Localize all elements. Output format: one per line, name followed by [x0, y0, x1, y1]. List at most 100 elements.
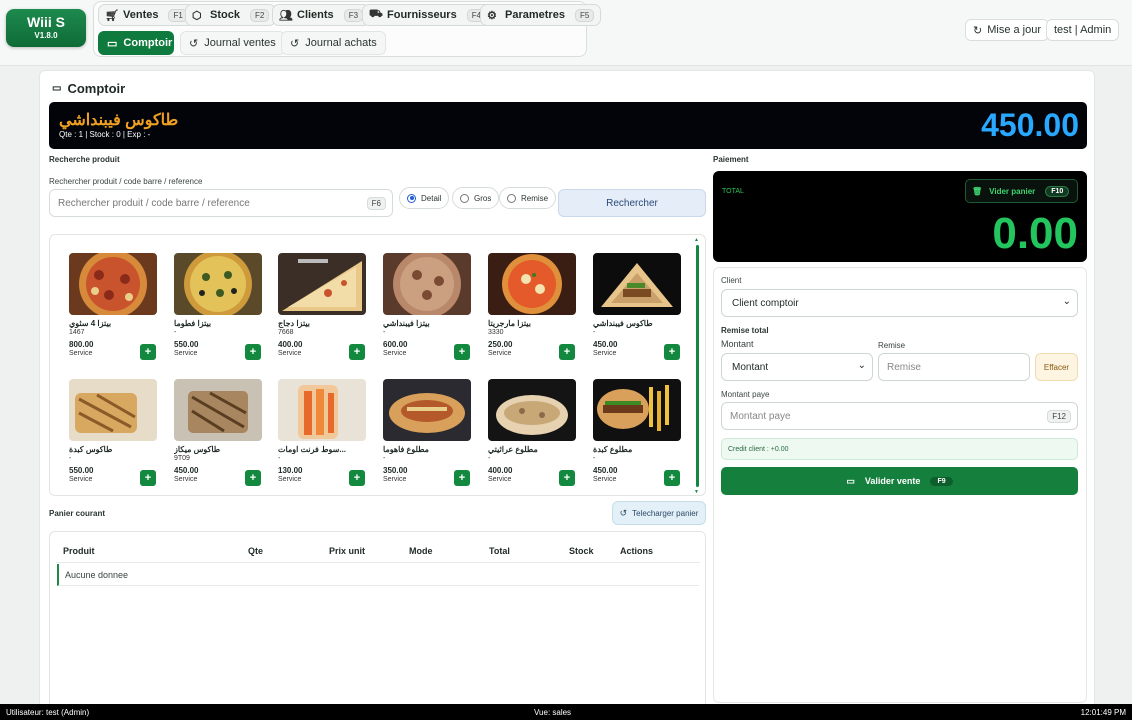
product-name: ...سوط فرنت اومات — [278, 445, 347, 454]
total-amount: 0.00 — [992, 209, 1078, 258]
product-ref: 7668 — [278, 329, 294, 336]
product-ref: - — [69, 455, 72, 462]
selected-product-meta: Qte : 1 | Stock : 0 | Exp : - — [59, 130, 151, 139]
montant-paye-placeholder: Montant paye — [730, 410, 791, 422]
add-to-cart-button[interactable]: + — [454, 470, 470, 486]
product-name: مطلوع فاهوما — [383, 445, 429, 454]
product-card[interactable]: بيتزا 4 سثوي 1467 800.00 Service + — [69, 253, 159, 368]
gear-icon: ⚙︎ — [487, 9, 497, 22]
client-select[interactable]: Client comptoir ⌄ — [721, 289, 1078, 317]
tab-clients[interactable]: 👥︎ Clients F3 — [272, 4, 371, 26]
product-card[interactable]: بيتزا فطوما - 550.00 Service + — [174, 253, 264, 368]
tab-fournisseurs[interactable]: ⛟ Fournisseurs F4 — [362, 4, 494, 26]
payment-form: Client Client comptoir ⌄ Remise total Mo… — [713, 267, 1087, 703]
tab-parametres[interactable]: ⚙︎ Parametres F5 — [480, 4, 602, 26]
add-to-cart-button[interactable]: + — [559, 344, 575, 360]
selected-product-price: 450.00 — [981, 107, 1079, 143]
update-button[interactable]: ↻ Mise a jour — [965, 19, 1050, 41]
product-price: 550.00 — [69, 466, 94, 475]
clear-cart-button[interactable]: 🗑︎ Vider panier F10 — [965, 179, 1078, 203]
subtab-journal-ventes[interactable]: ↺ Journal ventes — [180, 31, 285, 55]
app-logo: Wiii S V1.8.0 — [6, 9, 86, 47]
clear-remise-button[interactable]: Effacer — [1035, 353, 1078, 381]
column-header-total: Total — [489, 546, 510, 556]
user-menu-button[interactable]: test | Admin — [1046, 19, 1120, 41]
product-ref: - — [383, 329, 386, 336]
column-header-stock: Stock — [569, 546, 594, 556]
history-icon: ↺ — [189, 37, 199, 50]
add-to-cart-button[interactable]: + — [245, 344, 261, 360]
mode-radio-gros[interactable]: Gros — [452, 187, 500, 209]
montant-paye-input[interactable]: Montant paye F12 — [721, 402, 1078, 430]
search-input[interactable]: Rechercher produit / code barre / refere… — [49, 189, 393, 217]
product-price: 450.00 — [174, 466, 199, 475]
add-to-cart-button[interactable]: + — [664, 470, 680, 486]
product-image-sandwich — [278, 379, 366, 441]
history-icon: ↺ — [619, 507, 628, 518]
status-view: Vue: sales — [534, 708, 572, 717]
product-card[interactable]: طاكوس كبدة - 550.00 Service + — [69, 379, 159, 494]
tab-label: Parametres — [505, 9, 565, 21]
add-to-cart-button[interactable]: + — [349, 470, 365, 486]
mode-radio-detail[interactable]: Detail — [399, 187, 450, 209]
product-card[interactable]: بيتزا مارجريتا 3330 250.00 Service + — [488, 253, 578, 368]
product-mode: Service — [383, 350, 407, 357]
product-mode: Service — [69, 476, 93, 483]
tab-label: Ventes — [123, 9, 159, 21]
shortcut-key: F2 — [249, 8, 270, 22]
montant-label: Montant — [721, 339, 754, 349]
shortcut-key: F9 — [930, 476, 953, 486]
user-label: test | Admin — [1054, 24, 1112, 36]
product-card[interactable]: بيتزا فيبنداشي - 600.00 Service + — [383, 253, 473, 368]
radio-label: Remise — [521, 193, 549, 203]
add-to-cart-button[interactable]: + — [559, 470, 575, 486]
radio-label: Gros — [474, 193, 492, 203]
search-button[interactable]: Rechercher — [558, 189, 706, 217]
add-to-cart-button[interactable]: + — [245, 470, 261, 486]
add-to-cart-button[interactable]: + — [454, 344, 470, 360]
product-grid-scrollbar[interactable] — [694, 237, 699, 495]
product-card[interactable]: بيتزا دجاج 7668 400.00 Service + — [278, 253, 368, 368]
remise-type-select[interactable]: Montant ⌄ — [721, 353, 873, 381]
product-name: طاكوس فيبنداشي — [593, 319, 653, 328]
add-to-cart-button[interactable]: + — [140, 470, 156, 486]
product-image-tacos — [174, 379, 262, 441]
product-card[interactable]: طاكوس فيبنداشي - 450.00 Service + — [593, 253, 683, 368]
product-card[interactable]: طاكوس ميكاز 9T09 450.00 Service + — [174, 379, 264, 494]
add-to-cart-button[interactable]: + — [349, 344, 365, 360]
page-title-text: Comptoir — [67, 81, 126, 96]
product-mode: Service — [488, 350, 512, 357]
column-header-qte: Qte — [248, 546, 264, 556]
chevron-down-icon: ⌄ — [1062, 296, 1071, 307]
add-to-cart-button[interactable]: + — [664, 344, 680, 360]
tab-ventes[interactable]: 🛒︎ Ventes F1 — [98, 4, 195, 26]
radio-dot — [460, 193, 469, 203]
radio-label: Detail — [421, 193, 442, 203]
mode-radio-remise[interactable]: Remise — [499, 187, 557, 209]
cart-section-label: Panier courant — [49, 509, 106, 518]
download-cart-button[interactable]: ↺ Telecharger panier — [612, 501, 706, 525]
product-card[interactable]: مطلوع كبدة - 450.00 Service + — [593, 379, 683, 494]
product-price: 250.00 — [488, 340, 513, 349]
subtab-journal-achats[interactable]: ↺ Journal achats — [281, 31, 386, 55]
remise-type-value: Montant — [732, 361, 769, 373]
subtab-comptoir[interactable]: ▭ Comptoir — [98, 31, 174, 55]
logo-version: V1.8.0 — [34, 31, 58, 40]
product-name: طاكوس كبدة — [69, 445, 113, 454]
product-card[interactable]: مطلوع فاهوما - 350.00 Service + — [383, 379, 473, 494]
product-card[interactable]: ...سوط فرنت اومات - 130.00 Service + — [278, 379, 368, 494]
column-header-actions: Actions — [620, 546, 654, 556]
product-name: بيتزا فطوما — [174, 319, 212, 328]
client-label: Client — [721, 276, 742, 285]
remise-input[interactable]: Remise — [878, 353, 1030, 381]
validate-sale-label: Valider vente — [864, 476, 921, 486]
product-price: 600.00 — [383, 340, 408, 349]
product-card[interactable]: مطلوع عراثيتي - 400.00 Service + — [488, 379, 578, 494]
product-image-pizza — [488, 253, 576, 315]
subtab-label: Journal achats — [305, 37, 377, 49]
tab-stock[interactable]: ⬡ Stock F2 — [185, 4, 277, 26]
product-mode: Service — [593, 476, 617, 483]
add-to-cart-button[interactable]: + — [140, 344, 156, 360]
validate-sale-button[interactable]: ▭ Valider vente F9 — [721, 467, 1078, 495]
product-ref: 9T09 — [174, 455, 190, 462]
